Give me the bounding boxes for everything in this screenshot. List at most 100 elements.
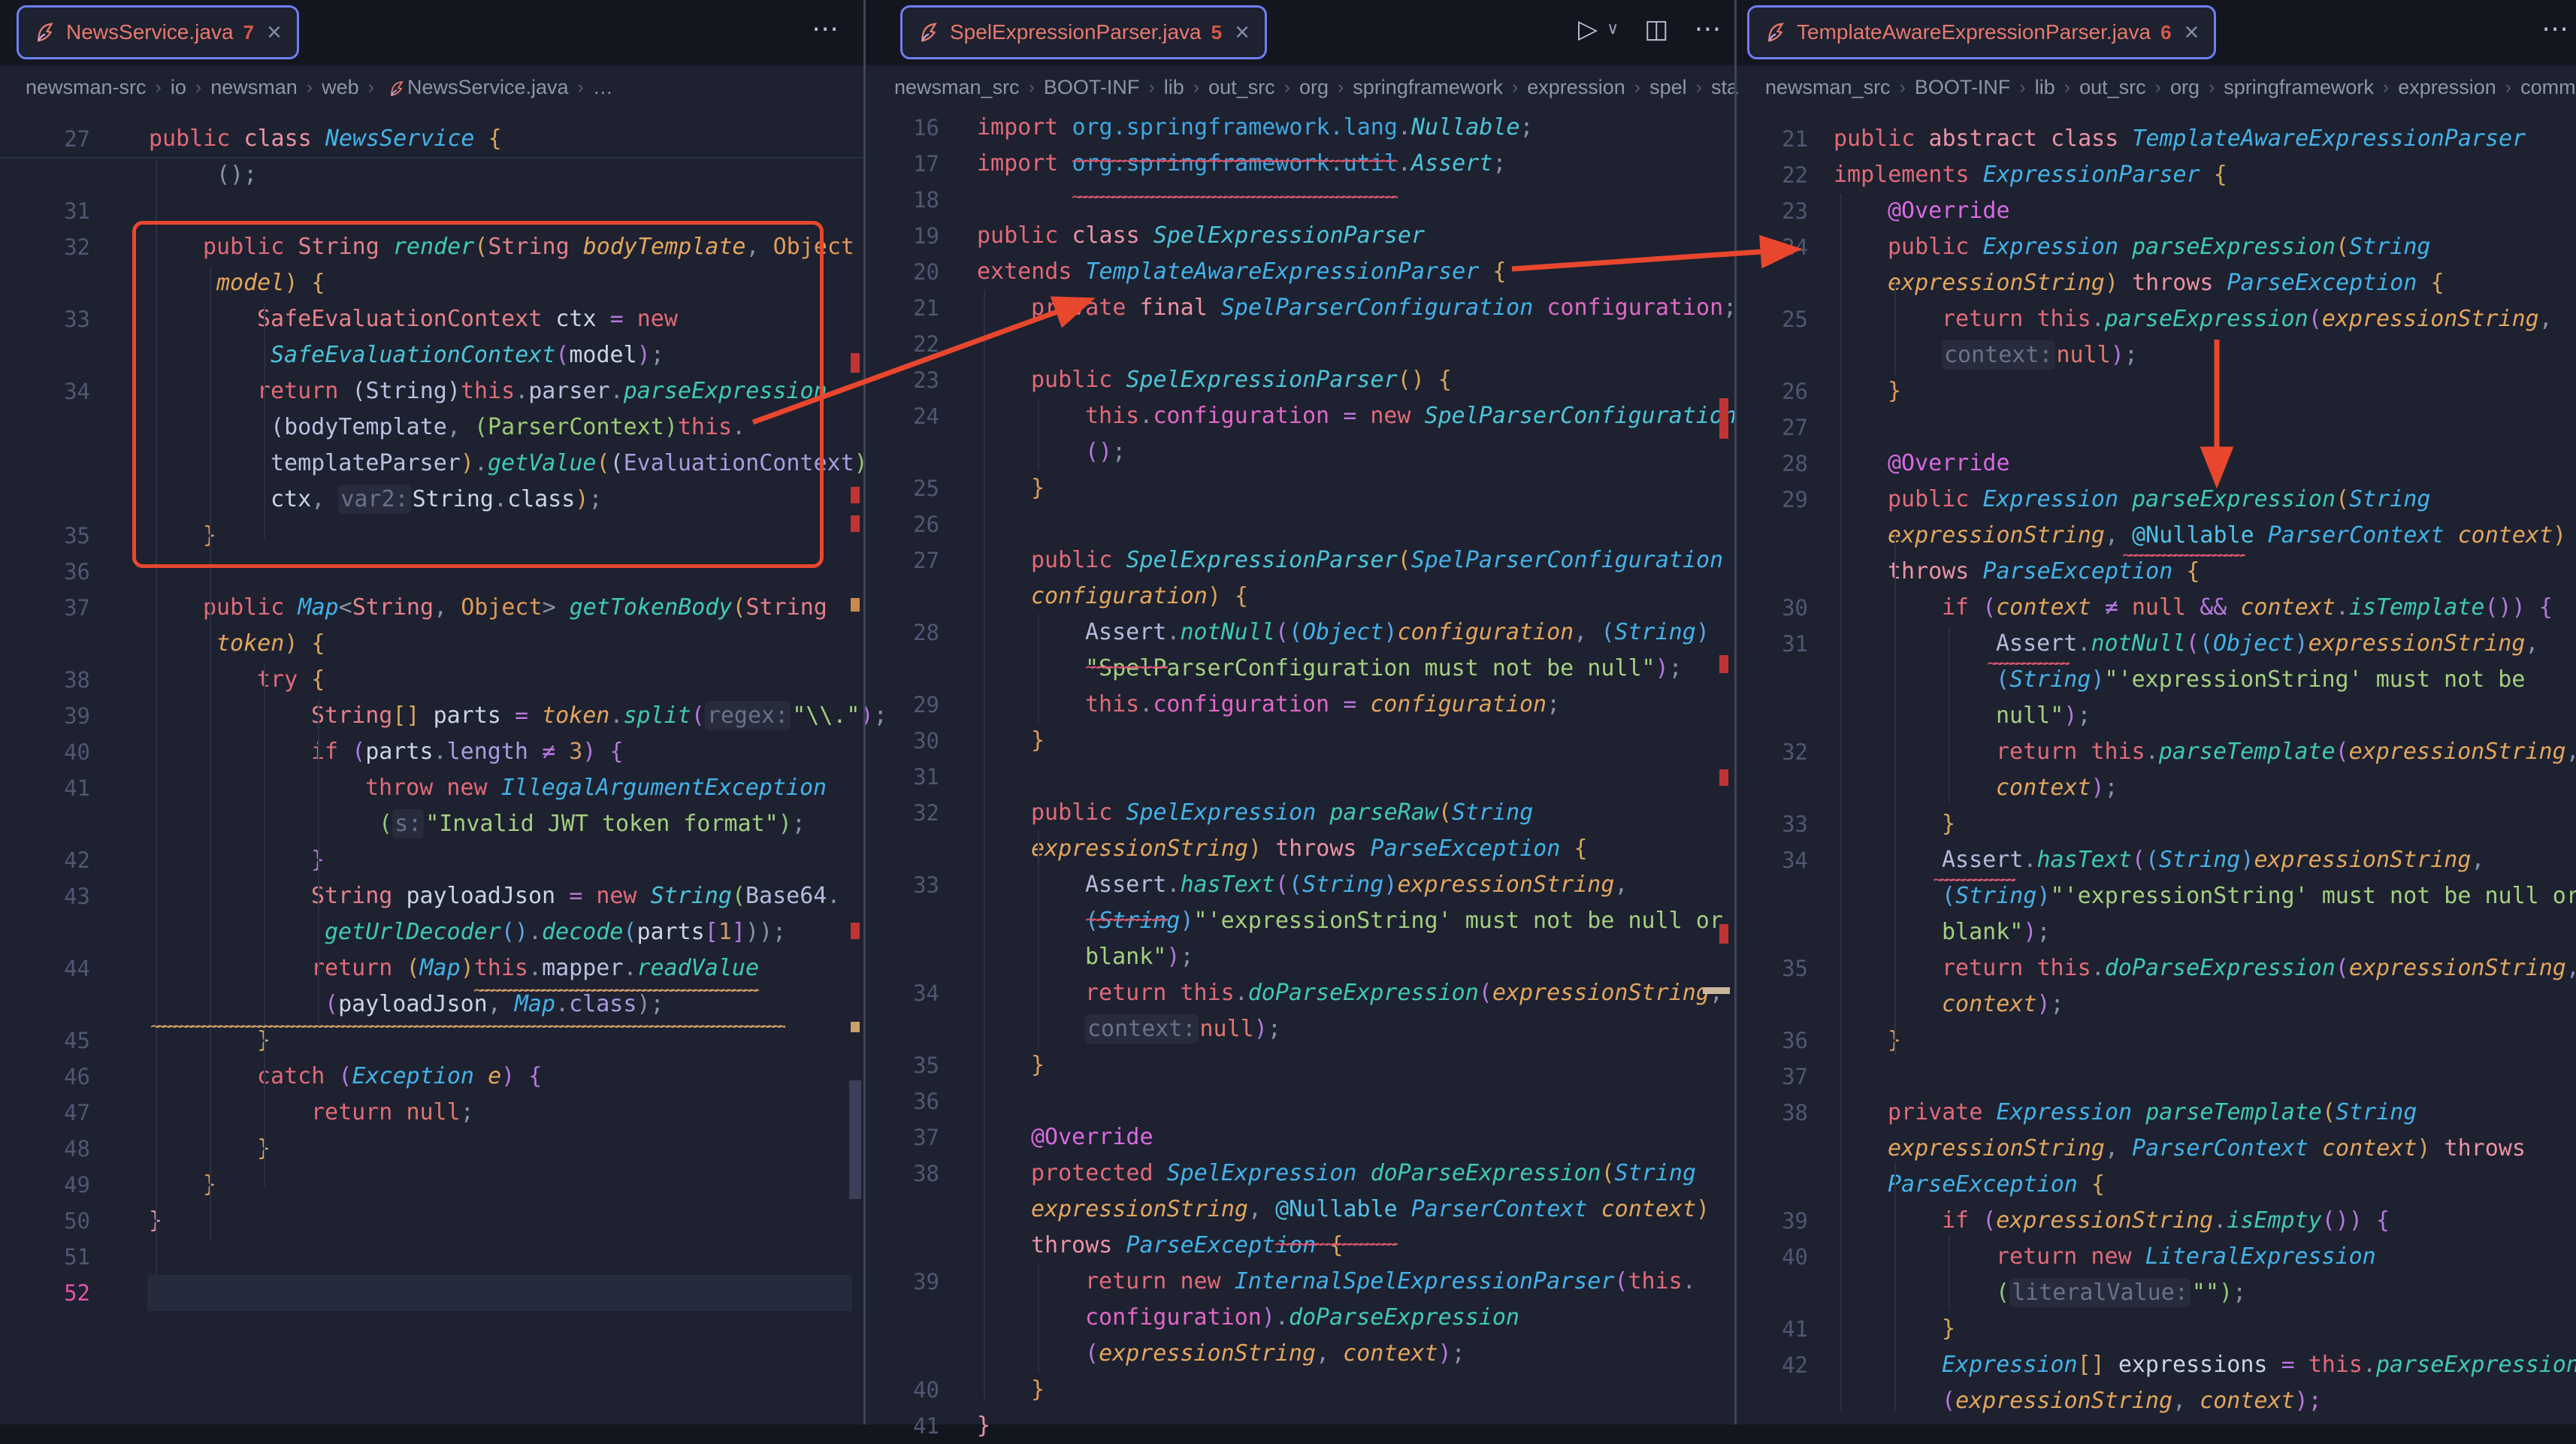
code-row[interactable]: 49} xyxy=(0,1167,863,1203)
code-row[interactable]: 27public class NewsService { xyxy=(0,121,863,157)
code-row[interactable]: ParseException { xyxy=(1738,1167,2576,1203)
code-row[interactable]: 48} xyxy=(0,1131,863,1167)
code-row[interactable]: 22 xyxy=(867,326,1734,362)
code-row[interactable]: context); xyxy=(1738,986,2576,1023)
code-editor-templateawareexpressionparser[interactable]: 21public abstract class TemplateAwareExp… xyxy=(1738,121,2576,1419)
code-row[interactable]: ctx, var2:String.class); xyxy=(0,482,863,518)
code-row[interactable]: 20extends TemplateAwareExpressionParser … xyxy=(867,254,1734,290)
close-icon[interactable]: × xyxy=(267,20,282,45)
code-row[interactable]: 40} xyxy=(867,1372,1734,1408)
code-row[interactable]: 28@Override xyxy=(1738,446,2576,482)
tab-templateawareexpressionparser[interactable]: TemplateAwareExpressionParser.java 6 × xyxy=(1747,5,2216,59)
code-row[interactable]: expressionString, ParserContext context)… xyxy=(1738,1131,2576,1167)
code-row[interactable]: null"); xyxy=(1738,698,2576,734)
code-row[interactable]: 45} xyxy=(0,1023,863,1059)
code-row[interactable]: 31Assert.notNull((Object)expressionStrin… xyxy=(1738,626,2576,662)
code-row[interactable]: expressionString) throws ParseException … xyxy=(867,831,1734,867)
breadcrumb-item[interactable]: out_src xyxy=(2079,76,2146,99)
code-row[interactable]: 28Assert.notNull((Object)configuration, … xyxy=(867,615,1734,651)
code-row[interactable]: 26 xyxy=(867,506,1734,542)
tab-spelexpressionparser[interactable]: SpelExpressionParser.java 5 × xyxy=(900,5,1267,59)
code-row[interactable]: 39return new InternalSpelExpressionParse… xyxy=(867,1264,1734,1300)
code-row[interactable]: 27 xyxy=(1738,409,2576,446)
code-row[interactable]: (String)"'expressionString' must not be xyxy=(1738,662,2576,698)
code-row[interactable]: 26} xyxy=(1738,373,2576,409)
code-row[interactable]: 33Assert.hasText((String)expressionStrin… xyxy=(867,867,1734,903)
breadcrumb-item[interactable]: lib xyxy=(2035,76,2055,99)
code-row[interactable]: 41throw new IllegalArgumentException xyxy=(0,770,863,806)
code-row[interactable]: 24this.configuration = new SpelParserCon… xyxy=(867,398,1734,434)
code-row[interactable]: token) { xyxy=(0,626,863,662)
code-row[interactable]: throws ParseException { xyxy=(1738,554,2576,590)
code-row[interactable]: (bodyTemplate, (ParserContext)this. xyxy=(0,409,863,446)
code-row[interactable]: 37public Map<String, Object> getTokenBod… xyxy=(0,590,863,626)
code-row[interactable]: 51 xyxy=(0,1239,863,1275)
code-row[interactable]: 46catch (Exception e) { xyxy=(0,1059,863,1095)
code-row[interactable]: 23@Override xyxy=(1738,193,2576,229)
code-row[interactable]: 39if (expressionString.isEmpty()) { xyxy=(1738,1203,2576,1239)
run-icon[interactable]: ▷ xyxy=(1578,17,1598,42)
code-row[interactable]: 38try { xyxy=(0,662,863,698)
code-row[interactable]: 36 xyxy=(0,554,863,590)
code-row[interactable]: 19public class SpelExpressionParser xyxy=(867,218,1734,254)
breadcrumb-item[interactable]: web xyxy=(322,76,359,99)
code-row[interactable]: 33SafeEvaluationContext ctx = new xyxy=(0,301,863,337)
code-row[interactable]: 37@Override xyxy=(867,1119,1734,1156)
code-row[interactable]: 52 xyxy=(0,1275,863,1311)
breadcrumb-item[interactable]: newsman xyxy=(210,76,298,99)
breadcrumb-item[interactable]: springframework xyxy=(2224,76,2374,99)
breadcrumb-item[interactable]: … xyxy=(593,76,613,99)
code-row[interactable]: 31 xyxy=(867,759,1734,795)
code-row[interactable]: 36} xyxy=(1738,1023,2576,1059)
breadcrumb-item[interactable]: org xyxy=(1299,76,1329,99)
split-editor-icon[interactable]: ◫ xyxy=(1644,17,1668,42)
breadcrumb-item[interactable]: org xyxy=(2170,76,2200,99)
code-row[interactable]: 40return new LiteralExpression xyxy=(1738,1239,2576,1275)
code-row[interactable]: 29public Expression parseExpression(Stri… xyxy=(1738,482,2576,518)
breadcrumb[interactable]: newsman_src›BOOT-INF›lib›out_src›org›spr… xyxy=(1738,65,2576,109)
breadcrumb-item[interactable]: spel xyxy=(1649,76,1687,99)
code-row[interactable]: (); xyxy=(0,157,863,193)
code-row[interactable]: 34return (String)this.parser.parseExpres… xyxy=(0,373,863,409)
code-row[interactable]: configuration).doParseExpression xyxy=(867,1300,1734,1336)
code-row[interactable]: 18 xyxy=(867,182,1734,218)
more-actions-icon[interactable]: ⋯ xyxy=(1694,14,1722,44)
code-row[interactable]: 41} xyxy=(1738,1311,2576,1347)
code-row[interactable]: context:null); xyxy=(867,1011,1734,1047)
code-row[interactable]: context:null); xyxy=(1738,337,2576,373)
code-row[interactable]: 16import org.springframework.lang.Nullab… xyxy=(867,110,1734,146)
code-row[interactable]: 27public SpelExpressionParser(SpelParser… xyxy=(867,542,1734,579)
code-row[interactable]: (s:"Invalid JWT token format"); xyxy=(0,806,863,842)
code-row[interactable]: 38private Expression parseTemplate(Strin… xyxy=(1738,1095,2576,1131)
breadcrumb-item[interactable]: BOOT-INF xyxy=(1044,76,1140,99)
code-row[interactable]: 23public SpelExpressionParser() { xyxy=(867,362,1734,398)
breadcrumb-item[interactable]: expression xyxy=(1527,76,1625,99)
code-row[interactable]: 32public String render(String bodyTempla… xyxy=(0,229,863,265)
run-dropdown-icon[interactable]: ∨ xyxy=(1607,21,1619,38)
breadcrumb[interactable]: newsman-src›io›newsman›web›NewsService.j… xyxy=(0,65,888,109)
code-row[interactable]: 24public Expression parseExpression(Stri… xyxy=(1738,229,2576,265)
code-row[interactable]: 44return (Map)this.mapper.readValue xyxy=(0,950,863,986)
more-actions-icon[interactable]: ⋯ xyxy=(2541,14,2570,44)
code-row[interactable]: "SpelParserConfiguration must not be nul… xyxy=(867,651,1734,687)
breadcrumb[interactable]: newsman_src›BOOT-INF›lib›out_src›org›spr… xyxy=(867,65,1761,109)
breadcrumb-item[interactable]: out_src xyxy=(1208,76,1275,99)
code-row[interactable]: 30} xyxy=(867,723,1734,759)
code-row[interactable]: 30if (context ≠ null && context.isTempla… xyxy=(1738,590,2576,626)
code-row[interactable]: 38protected SpelExpression doParseExpres… xyxy=(867,1156,1734,1192)
code-row[interactable]: templateParser).getValue((EvaluationCont… xyxy=(0,446,863,482)
code-row[interactable]: 42} xyxy=(0,842,863,878)
code-row[interactable]: blank"); xyxy=(867,939,1734,975)
breadcrumb-item[interactable]: newsman_src xyxy=(894,76,1020,99)
code-row[interactable]: 17import org.springframework.util.Assert… xyxy=(867,146,1734,182)
code-row[interactable]: context); xyxy=(1738,770,2576,806)
code-row[interactable]: expressionString) throws ParseException … xyxy=(1738,265,2576,301)
code-row[interactable]: 31 xyxy=(0,193,863,229)
code-row[interactable]: blank"); xyxy=(1738,914,2576,950)
code-row[interactable]: expressionString, @Nullable ParserContex… xyxy=(1738,518,2576,554)
code-row[interactable]: 34Assert.hasText((String)expressionStrin… xyxy=(1738,842,2576,878)
code-row[interactable]: 40if (parts.length ≠ 3) { xyxy=(0,734,863,770)
code-row[interactable]: 34return this.doParseExpression(expressi… xyxy=(867,975,1734,1011)
breadcrumb-item[interactable]: newsman_src xyxy=(1765,76,1891,99)
code-row[interactable]: 37 xyxy=(1738,1059,2576,1095)
